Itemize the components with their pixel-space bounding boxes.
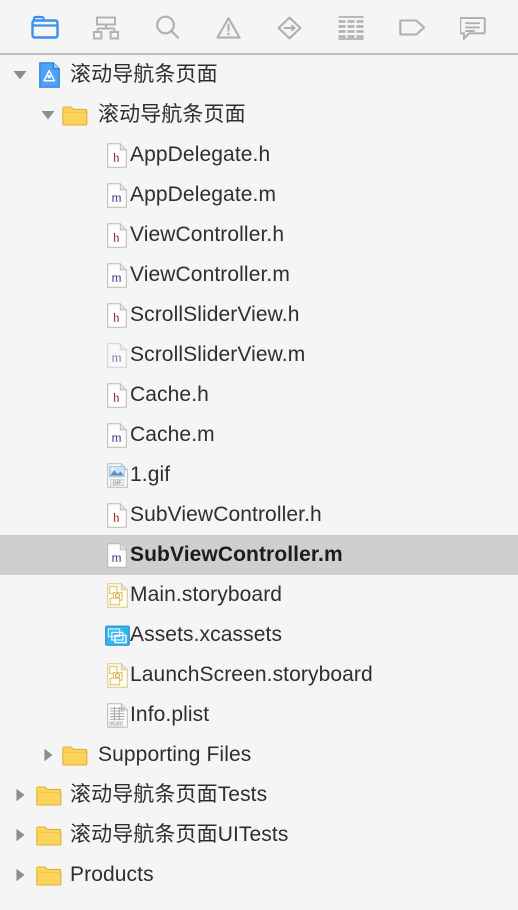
- svg-text:m: m: [112, 549, 122, 564]
- tree-row[interactable]: m AppDelegate.m: [0, 175, 518, 215]
- tree-row[interactable]: m ViewController.m: [0, 255, 518, 295]
- tree-row[interactable]: Products: [0, 855, 518, 895]
- header-file-icon: h: [104, 300, 130, 330]
- tree-row[interactable]: m ScrollSliderView.m: [0, 335, 518, 375]
- storyboard-icon: [104, 580, 130, 610]
- tree-row[interactable]: h SubViewController.h: [0, 495, 518, 535]
- toolbar-button-warning-triangle[interactable]: [208, 11, 248, 45]
- debug-list-icon: [338, 15, 364, 40]
- tree-row-label: 滚动导航条页面: [70, 63, 218, 86]
- toolbar-button-source-control[interactable]: [86, 11, 126, 45]
- tree-row-label: 滚动导航条页面UITests: [70, 823, 289, 846]
- tree-row-label: 1.gif: [130, 463, 171, 486]
- toolbar-button-test-diamond[interactable]: [270, 11, 310, 45]
- report-bubble-icon: [460, 16, 487, 40]
- plist-icon: PLIST: [104, 700, 130, 730]
- header-file-icon: h: [104, 140, 130, 170]
- tree-row-label: 滚动导航条页面Tests: [70, 783, 268, 806]
- tree-row[interactable]: PLIST Info.plist: [0, 695, 518, 735]
- folder-icon: [30, 15, 59, 40]
- source-control-icon: [92, 16, 119, 40]
- tree-row-label: Products: [70, 863, 154, 886]
- svg-text:m: m: [112, 349, 122, 364]
- tree-row[interactable]: h ScrollSliderView.h: [0, 295, 518, 335]
- folder-icon: [36, 860, 62, 890]
- tree-row-label: Cache.m: [130, 423, 215, 446]
- storyboard-icon: [104, 660, 130, 690]
- tree-row[interactable]: m Cache.m: [0, 415, 518, 455]
- toolbar-button-folder[interactable]: [25, 11, 65, 45]
- folder-icon: [36, 820, 62, 850]
- svg-text:h: h: [113, 509, 120, 524]
- folder-icon: [62, 100, 88, 130]
- warning-triangle-icon: [216, 16, 241, 40]
- tree-row-label: LaunchScreen.storyboard: [130, 663, 373, 686]
- search-icon: [155, 15, 180, 40]
- tree-row-label: Main.storyboard: [130, 583, 283, 606]
- folder-icon: [62, 740, 88, 770]
- xcassets-icon: [104, 620, 130, 650]
- tree-row[interactable]: Assets.xcassets: [0, 615, 518, 655]
- project-navigator-tree[interactable]: 滚动导航条页面 滚动导航条页面 h AppDelegate.h m AppDelegate…: [0, 55, 518, 910]
- svg-text:h: h: [113, 229, 120, 244]
- tree-row[interactable]: 滚动导航条页面: [0, 95, 518, 135]
- tree-row-label: Info.plist: [130, 703, 210, 726]
- tree-row-label: Assets.xcassets: [130, 623, 283, 646]
- svg-text:h: h: [113, 149, 120, 164]
- svg-text:GIF: GIF: [112, 480, 121, 486]
- tree-row-label: SubViewController.m: [130, 543, 343, 566]
- toolbar-button-report-bubble[interactable]: [453, 11, 493, 45]
- source-file-icon: m: [104, 260, 130, 290]
- tree-row[interactable]: GIF 1.gif: [0, 455, 518, 495]
- tree-row[interactable]: h Cache.h: [0, 375, 518, 415]
- toolbar-button-search[interactable]: [147, 11, 187, 45]
- tree-row-label: 滚动导航条页面: [98, 103, 246, 126]
- header-file-icon: h: [104, 220, 130, 250]
- header-file-icon: h: [104, 380, 130, 410]
- chevron-down-icon[interactable]: [12, 67, 28, 83]
- tree-row[interactable]: 滚动导航条页面Tests: [0, 775, 518, 815]
- tree-row-label: ViewController.m: [130, 263, 290, 286]
- navigator-toolbar: [0, 0, 518, 55]
- source-file-icon: m: [104, 540, 130, 570]
- tag-icon: [399, 15, 426, 40]
- test-diamond-icon: [277, 16, 302, 40]
- svg-text:m: m: [112, 429, 122, 444]
- tree-row[interactable]: m SubViewController.m: [0, 535, 518, 575]
- chevron-right-icon[interactable]: [12, 787, 28, 803]
- tree-row[interactable]: h ViewController.h: [0, 215, 518, 255]
- source-file-icon: m: [104, 180, 130, 210]
- chevron-down-icon[interactable]: [40, 107, 56, 123]
- xcode-project-icon: [36, 60, 62, 90]
- tree-row-label: AppDelegate.m: [130, 183, 277, 206]
- source-file-icon: m: [104, 340, 130, 370]
- svg-text:PLIST: PLIST: [110, 721, 121, 726]
- svg-text:h: h: [113, 309, 120, 324]
- chevron-right-icon[interactable]: [12, 827, 28, 843]
- tree-row-label: Supporting Files: [98, 743, 252, 766]
- toolbar-button-tag[interactable]: [392, 11, 432, 45]
- tree-row-label: ViewController.h: [130, 223, 285, 246]
- gif-image-icon: GIF: [104, 460, 130, 490]
- tree-row[interactable]: Main.storyboard: [0, 575, 518, 615]
- tree-row[interactable]: LaunchScreen.storyboard: [0, 655, 518, 695]
- chevron-right-icon[interactable]: [12, 867, 28, 883]
- source-file-icon: m: [104, 420, 130, 450]
- tree-row[interactable]: 滚动导航条页面UITests: [0, 815, 518, 855]
- chevron-right-icon[interactable]: [40, 747, 56, 763]
- tree-row[interactable]: 滚动导航条页面: [0, 55, 518, 95]
- tree-row-label: ScrollSliderView.h: [130, 303, 300, 326]
- tree-row-label: ScrollSliderView.m: [130, 343, 306, 366]
- tree-row[interactable]: Supporting Files: [0, 735, 518, 775]
- header-file-icon: h: [104, 500, 130, 530]
- toolbar-button-debug-list[interactable]: [331, 11, 371, 45]
- svg-text:h: h: [113, 389, 120, 404]
- tree-row-label: Cache.h: [130, 383, 209, 406]
- svg-text:m: m: [112, 189, 122, 204]
- svg-text:m: m: [112, 269, 122, 284]
- tree-row-label: SubViewController.h: [130, 503, 322, 526]
- tree-row-label: AppDelegate.h: [130, 143, 271, 166]
- folder-icon: [36, 780, 62, 810]
- tree-row[interactable]: h AppDelegate.h: [0, 135, 518, 175]
